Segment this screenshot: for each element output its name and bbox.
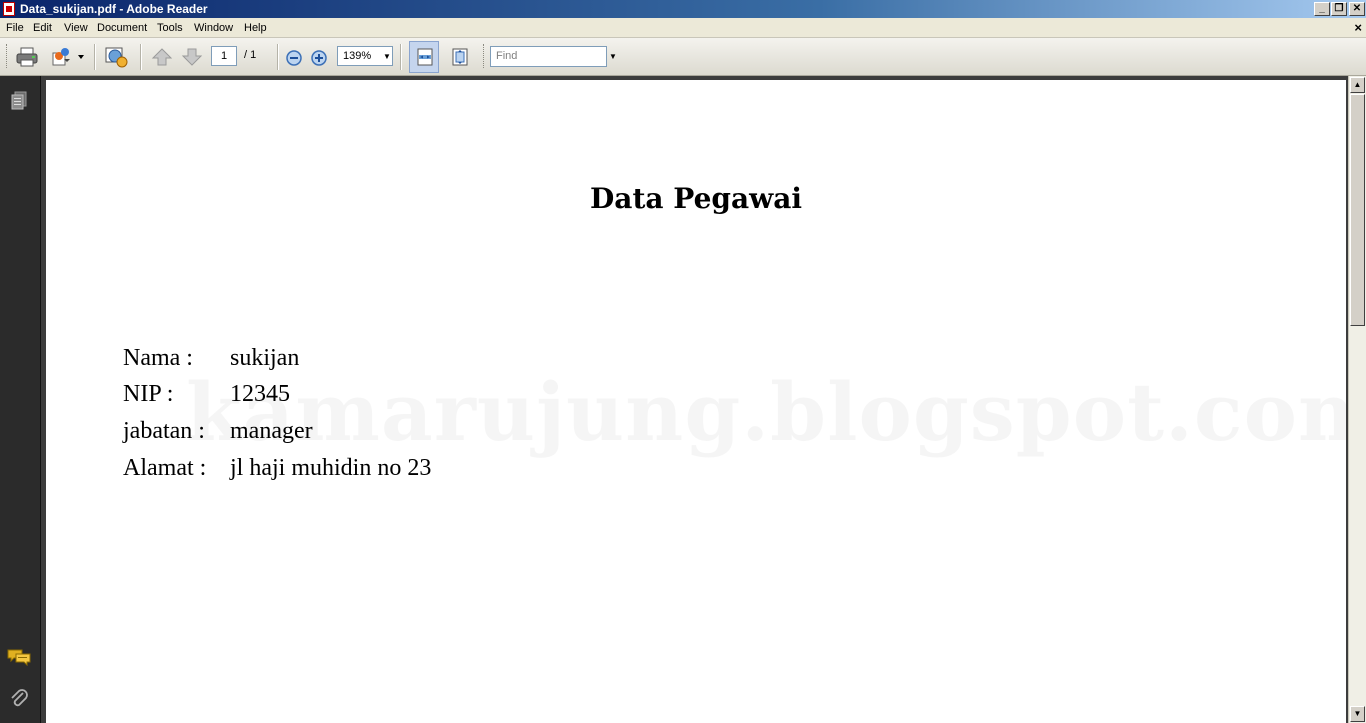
restore-button[interactable]: ❐: [1331, 2, 1347, 16]
zoom-dropdown-icon[interactable]: ▼: [383, 52, 391, 61]
toolbar: [0, 38, 1366, 76]
field-label-jabatan: jabatan :: [123, 418, 205, 444]
menu-file[interactable]: File: [6, 21, 24, 35]
fit-width-icon: [417, 48, 433, 66]
window-titlebar: Data_sukijan.pdf - Adobe Reader _ ❐ ✕: [0, 0, 1366, 18]
vertical-scrollbar[interactable]: ▲ ▼: [1348, 76, 1366, 723]
toolbar-separator: [94, 44, 96, 70]
menu-help[interactable]: Help: [244, 21, 267, 35]
close-document-button[interactable]: ×: [1354, 20, 1362, 35]
toolbar-separator: [400, 44, 402, 70]
collaborate-icon[interactable]: [104, 45, 128, 69]
scroll-down-button[interactable]: ▼: [1350, 706, 1365, 722]
field-label-nama: Nama :: [123, 345, 193, 371]
toolbar-grip[interactable]: [6, 44, 10, 68]
field-label-nip: NIP :: [123, 381, 174, 407]
zoom-in-icon[interactable]: [309, 48, 329, 68]
pdf-page: kamarujung.blogspot.com Data Pegawai Nam…: [46, 80, 1346, 723]
menu-bar: File Edit View Document Tools Window Hel…: [0, 18, 1366, 38]
previous-page-icon[interactable]: [150, 45, 174, 69]
minimize-button[interactable]: _: [1314, 2, 1330, 16]
comments-icon[interactable]: [7, 648, 31, 666]
watermark: kamarujung.blogspot.com: [186, 365, 1346, 459]
field-value-alamat: jl haji muhidin no 23: [230, 455, 432, 481]
page-title: Data Pegawai: [590, 182, 802, 215]
close-window-button[interactable]: ✕: [1349, 2, 1365, 16]
page-total-label: / 1: [244, 49, 257, 61]
find-input[interactable]: Find: [490, 46, 607, 67]
menu-view[interactable]: View: [64, 21, 88, 35]
scroll-up-button[interactable]: ▲: [1350, 77, 1365, 93]
print-icon[interactable]: [15, 45, 39, 69]
fit-page-icon[interactable]: [450, 47, 470, 67]
adobe-reader-app-icon[interactable]: [3, 2, 15, 16]
menu-tools[interactable]: Tools: [157, 21, 183, 35]
field-value-jabatan: manager: [230, 418, 313, 444]
field-label-alamat: Alamat :: [123, 455, 207, 481]
current-page-input[interactable]: 1: [211, 46, 237, 66]
fit-width-button[interactable]: [409, 41, 439, 73]
find-dropdown-icon[interactable]: ▼: [609, 52, 617, 61]
next-page-icon[interactable]: [180, 45, 204, 69]
pages-icon[interactable]: [10, 91, 28, 111]
zoom-out-icon[interactable]: [284, 48, 304, 68]
toolbar-grip[interactable]: [483, 44, 487, 68]
share-dropdown-icon[interactable]: [78, 54, 84, 60]
share-icon[interactable]: [50, 45, 74, 69]
attachments-icon[interactable]: [9, 688, 29, 710]
menu-document[interactable]: Document: [97, 21, 147, 35]
menu-edit[interactable]: Edit: [33, 21, 52, 35]
scrollbar-thumb[interactable]: [1350, 94, 1365, 326]
field-value-nama: sukijan: [230, 345, 300, 371]
navigation-panel: [0, 76, 41, 723]
toolbar-separator: [277, 44, 279, 70]
window-title: Data_sukijan.pdf - Adobe Reader: [20, 2, 208, 16]
toolbar-separator: [140, 44, 142, 70]
field-value-nip: 12345: [230, 381, 290, 407]
menu-window[interactable]: Window: [194, 21, 233, 35]
